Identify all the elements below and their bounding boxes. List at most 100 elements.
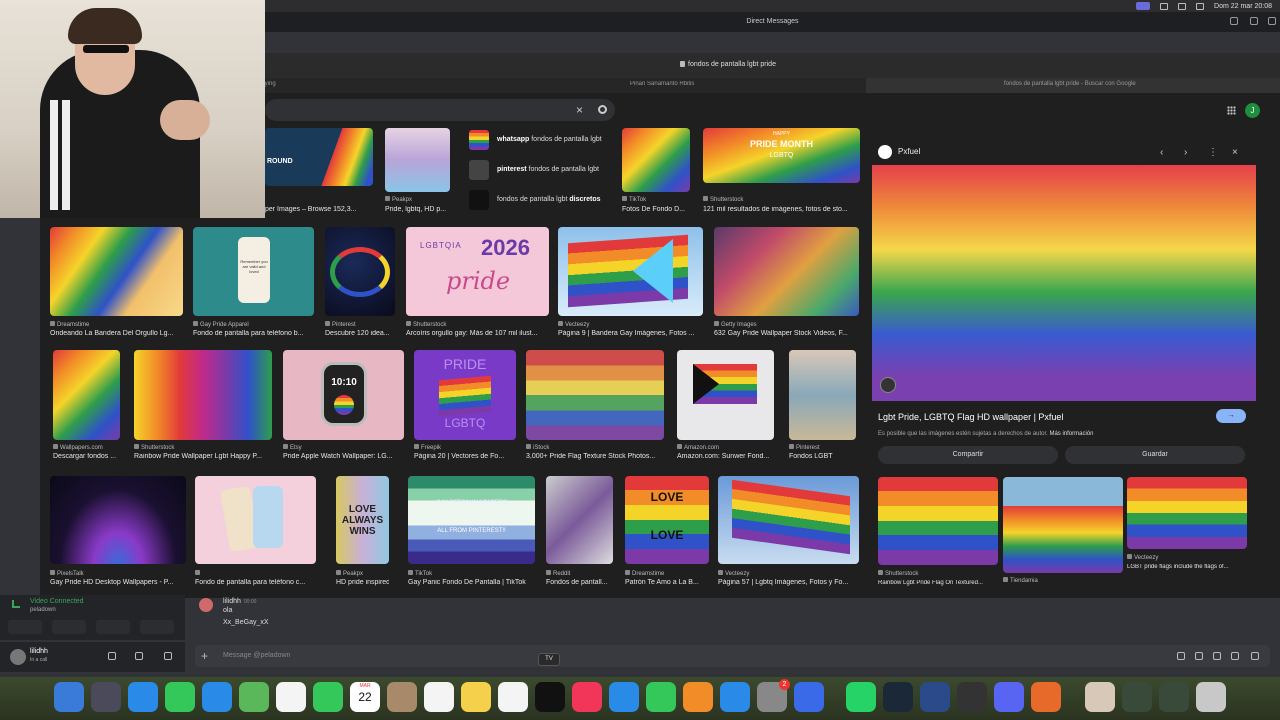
result-caption[interactable]: Fondos de pantall... xyxy=(546,579,613,586)
result-thumbnail[interactable] xyxy=(878,477,998,565)
result-thumbnail[interactable] xyxy=(526,350,664,440)
result-thumbnail[interactable] xyxy=(546,476,613,564)
result-caption[interactable]: HD pride inspired ... xyxy=(336,579,389,586)
image-result[interactable]: Fondo de pantalla para teléfono c... xyxy=(195,476,316,588)
image-result[interactable]: LOVE LOVE Dreamstime Patrón Te Amo a La … xyxy=(625,476,709,588)
image-result[interactable]: iStock 3,000+ Pride Flag Texture Stock P… xyxy=(526,350,664,465)
result-caption[interactable]: 632 Gay Pride Wallpaper Stock Videos, F.… xyxy=(714,330,859,337)
result-caption[interactable]: Fondo de pantalla para teléfono c... xyxy=(195,579,316,586)
account-avatar[interactable]: J xyxy=(1245,103,1260,118)
result-thumbnail[interactable] xyxy=(1127,477,1247,549)
control-center-icon[interactable] xyxy=(1178,2,1187,10)
result-caption[interactable]: Fondos LGBT xyxy=(789,453,856,460)
safari-icon[interactable] xyxy=(128,682,158,712)
result-caption[interactable]: Gay Panic Fondo De Pantalla | TikTok xyxy=(408,579,535,586)
clear-search-icon[interactable]: × xyxy=(576,103,583,117)
result-caption[interactable]: Descargar fondos ... xyxy=(53,453,120,460)
discord-icon[interactable] xyxy=(994,682,1024,712)
image-result[interactable]: Pinterest Descubre 120 idea... xyxy=(325,227,395,339)
avatar[interactable] xyxy=(10,649,26,665)
maps-icon[interactable] xyxy=(239,682,269,712)
headphones-icon[interactable] xyxy=(135,652,143,660)
result-caption[interactable]: 3,000+ Pride Flag Texture Stock Photos..… xyxy=(526,453,664,460)
related-image[interactable]: Tiendamia xyxy=(1003,477,1123,592)
related-image[interactable]: Vecteezy LGBT pride flags include the fl… xyxy=(1127,477,1247,592)
music-icon[interactable] xyxy=(572,682,602,712)
image-result[interactable]: 10:10 Etsy Pride Apple Watch Wallpaper: … xyxy=(283,350,404,465)
tab-google-search[interactable]: fondos de pantalla lgbt pride - Buscar c… xyxy=(866,78,1280,93)
username[interactable]: lilidhh xyxy=(30,648,48,655)
result-caption[interactable]: Rainbow Pride Wallpaper Lgbt Happy P... xyxy=(134,453,272,460)
result-caption[interactable]: Amazon.com: Sunwer Fond... xyxy=(677,453,774,460)
notes-icon[interactable] xyxy=(461,682,491,712)
facetime-icon[interactable] xyxy=(313,682,343,712)
microphone-icon[interactable] xyxy=(108,652,116,660)
apple-tv-icon[interactable] xyxy=(535,682,565,712)
result-caption[interactable]: Pride, lgbtq, HD p... xyxy=(385,206,450,213)
result-thumbnail[interactable] xyxy=(195,476,316,564)
result-thumbnail[interactable] xyxy=(677,350,774,440)
more-options-icon[interactable]: ⋮ xyxy=(1208,147,1218,158)
result-thumbnail[interactable]: LOVE ALWAYS WINS xyxy=(336,476,389,564)
soundboard-button[interactable] xyxy=(140,620,174,634)
contacts-icon[interactable] xyxy=(387,682,417,712)
result-caption[interactable]: Página 57 | Lgbtq Imágenes, Fotos y Fo..… xyxy=(718,579,859,586)
related-search-discretos[interactable]: fondos de pantalla lgbt discretos xyxy=(465,188,615,212)
result-thumbnail[interactable]: HAPPY PRIDE MONTH LGBTQ xyxy=(703,128,860,183)
emoji-icon[interactable] xyxy=(1231,652,1239,660)
result-caption[interactable]: Arcoíris orgullo gay: Más de 107 mil ilu… xyxy=(406,330,549,337)
tab-second[interactable]: Pinan Sanamanto Hbitis xyxy=(630,81,750,87)
menu-bar-clock[interactable]: Dom 22 mar 20:08 xyxy=(1214,3,1272,10)
result-thumbnail[interactable] xyxy=(558,227,703,316)
result-thumbnail[interactable]: 10:10 xyxy=(283,350,404,440)
related-image[interactable]: Shutterstock Rainbow Lgbt Pride Flag On … xyxy=(878,477,998,592)
result-thumbnail[interactable] xyxy=(718,476,859,564)
wifi-icon[interactable] xyxy=(1160,2,1169,10)
messages-icon[interactable] xyxy=(165,682,195,712)
result-caption[interactable]: Rainbow Lgbt Pride Flag On Textured... xyxy=(878,580,998,586)
image-result[interactable]: TikTok Fotos De Fondo D... xyxy=(622,128,690,218)
result-thumbnail[interactable]: GAY PFPS/WALLPAPERS ALL FROM PINTEREST!! xyxy=(408,476,535,564)
tab-first[interactable]: laying xyxy=(260,81,320,87)
result-thumbnail[interactable]: ROUND xyxy=(265,128,373,186)
image-result[interactable]: Wallpapers.com Descargar fondos ... xyxy=(53,350,120,465)
attach-icon[interactable]: + xyxy=(201,649,208,663)
result-caption[interactable]: Ondeando La Bandera Del Orgullo Lg... xyxy=(50,330,183,337)
message-input[interactable]: + Message @peladown xyxy=(195,645,1270,667)
image-result[interactable]: GAY PFPS/WALLPAPERS ALL FROM PINTEREST!!… xyxy=(408,476,535,588)
result-thumbnail[interactable] xyxy=(622,128,690,192)
launchpad-icon[interactable] xyxy=(91,682,121,712)
numbers-icon[interactable] xyxy=(646,682,676,712)
whatsapp-icon[interactable] xyxy=(846,682,876,712)
share-button[interactable]: Compartir xyxy=(878,446,1058,464)
result-thumbnail[interactable]: LGBTQIA 2026 pride xyxy=(406,227,549,316)
preview-title[interactable]: Lgbt Pride, LGBTQ Flag HD wallpaper | Px… xyxy=(878,412,1063,422)
result-thumbnail[interactable]: Remember you are valid and loved xyxy=(193,227,314,316)
settings-icon[interactable] xyxy=(164,652,172,660)
image-result[interactable]: Peakpx Pride, lgbtq, HD p... xyxy=(385,128,450,218)
app-store-icon[interactable] xyxy=(720,682,750,712)
result-caption[interactable]: Pride Apple Watch Wallpaper: LG... xyxy=(283,453,404,460)
voice-channel[interactable]: peladown xyxy=(30,607,56,613)
downloads-stack-icon[interactable] xyxy=(1085,682,1115,712)
google-search-bar[interactable]: × xyxy=(265,99,615,121)
inbox-icon[interactable] xyxy=(1230,17,1238,25)
result-caption[interactable]: Página 9 | Bandera Gay Imágenes, Fotos .… xyxy=(558,330,703,337)
result-thumbnail[interactable] xyxy=(325,227,395,316)
result-thumbnail[interactable]: PRIDE LGBTQ xyxy=(414,350,516,440)
result-caption[interactable]: 121 mil resultados de imágenes, fotos de… xyxy=(703,206,860,213)
screen-sharing-icon[interactable] xyxy=(794,682,824,712)
result-caption[interactable]: Fondo de pantalla para teléfono b... xyxy=(193,330,314,337)
result-thumbnail[interactable] xyxy=(789,350,856,440)
browser-icon[interactable] xyxy=(920,682,950,712)
more-info-link[interactable]: Más información xyxy=(1049,431,1093,437)
sticker-icon[interactable] xyxy=(1213,652,1221,660)
image-result[interactable]: HAPPY PRIDE MONTH LGBTQ Shutterstock 121… xyxy=(703,128,860,218)
status-pill-icon[interactable] xyxy=(1136,2,1151,10)
previous-icon[interactable]: ‹ xyxy=(1160,147,1163,158)
activities-button[interactable] xyxy=(96,620,130,634)
trash-icon[interactable] xyxy=(1196,682,1226,712)
result-thumbnail[interactable] xyxy=(53,350,120,440)
result-caption[interactable]: per Images – Browse 152,3... xyxy=(265,206,373,213)
result-caption[interactable]: Página 20 | Vectores de Fo... xyxy=(414,453,516,460)
